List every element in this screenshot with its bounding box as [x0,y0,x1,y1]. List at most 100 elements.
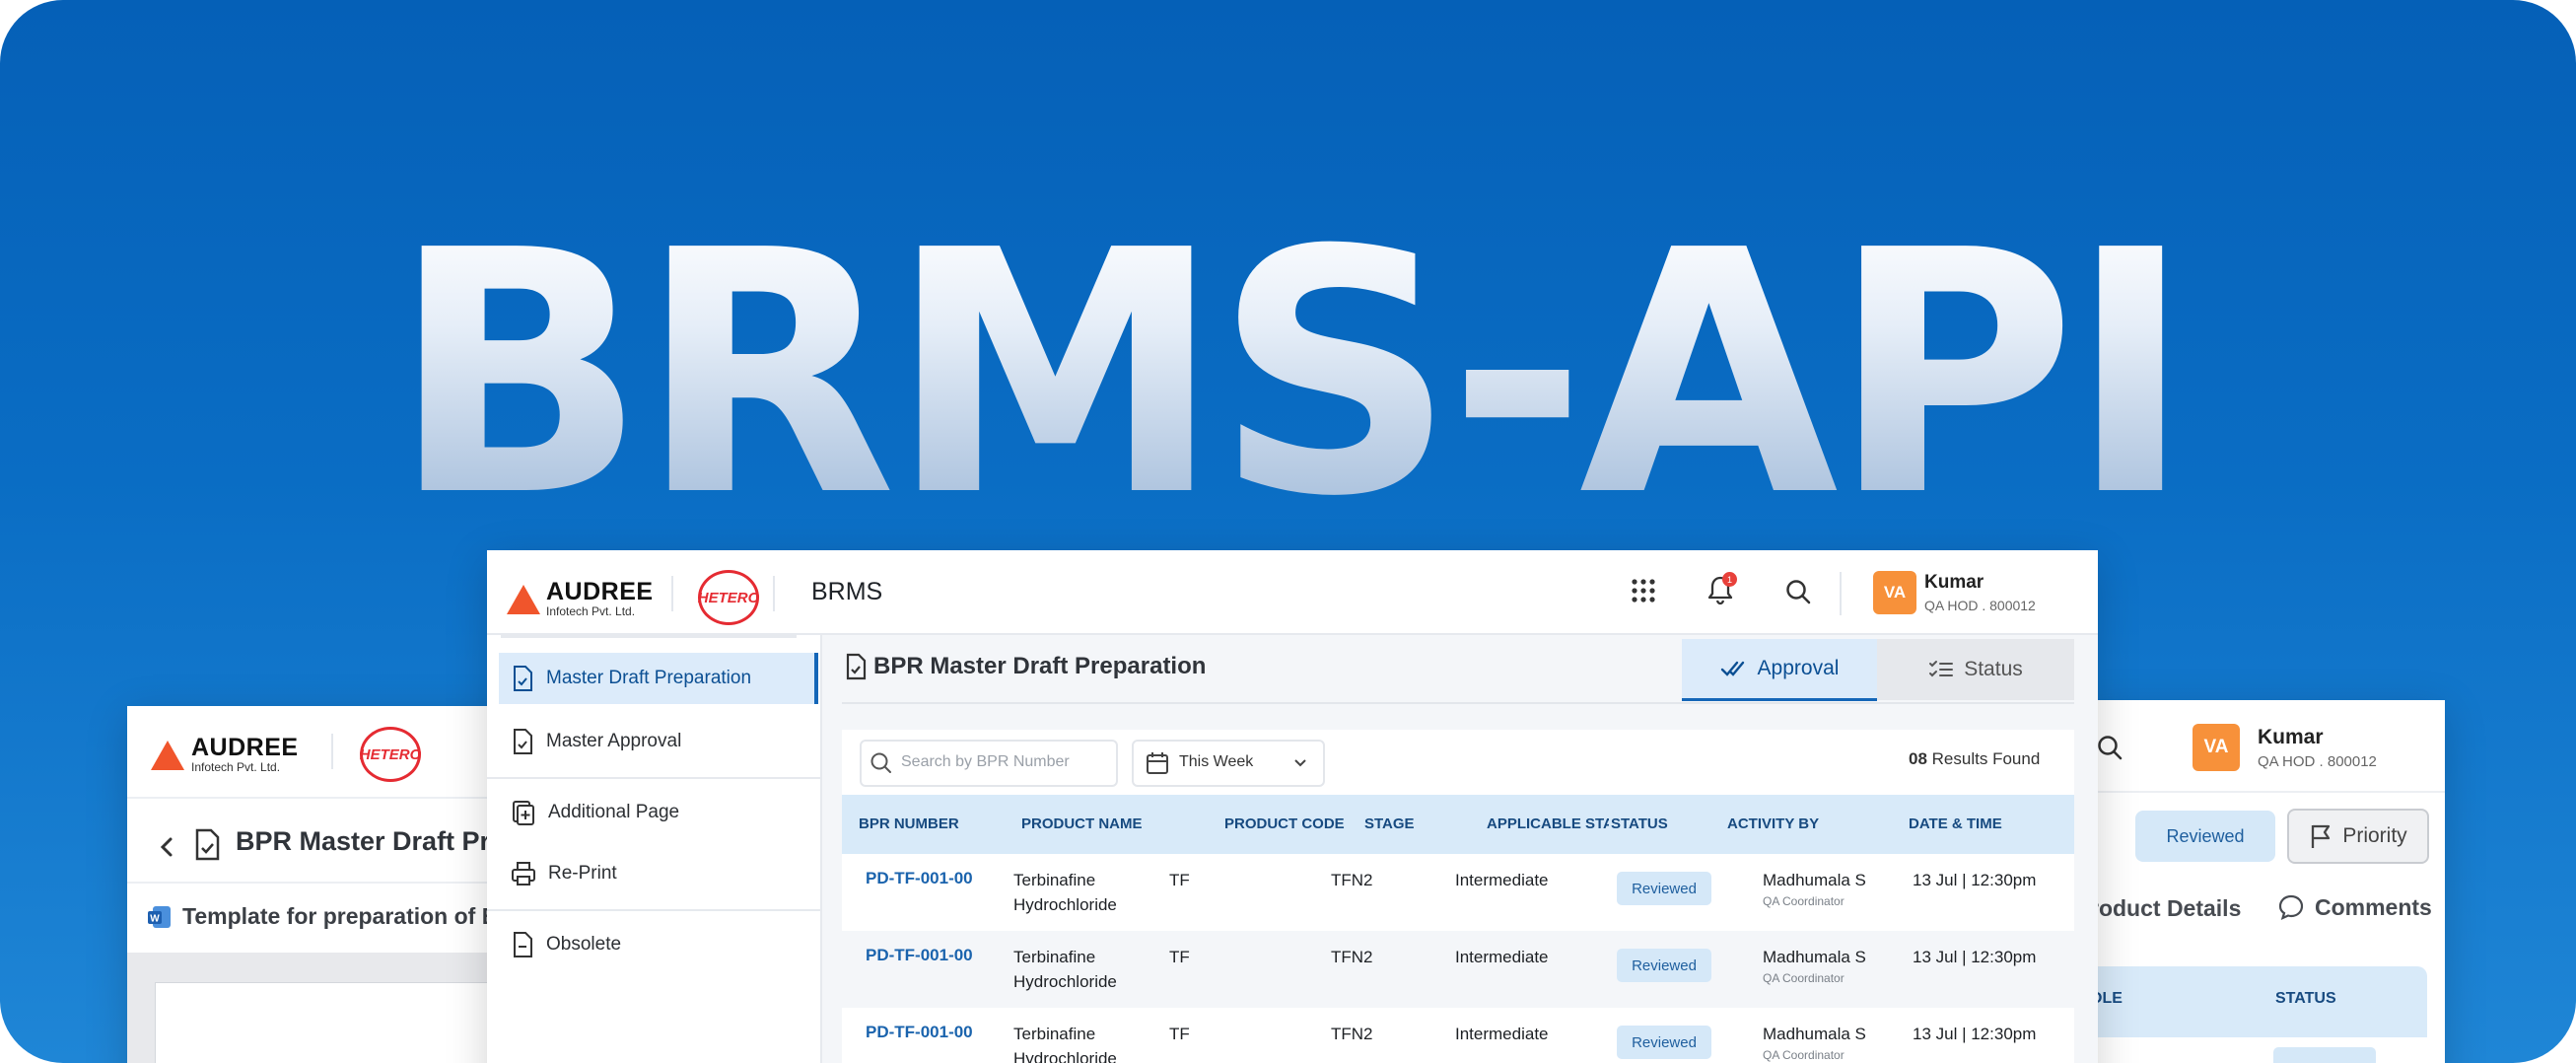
notification-count: 1 [1722,572,1737,587]
product-name: Terbinafine Hydrochloride [1013,1022,1117,1063]
table-row[interactable]: PD-TF-001-00 Terbinafine Hydrochloride TF… [842,1008,2074,1063]
user-name: Kumar [1924,572,1984,593]
sidebar-item-additional-page[interactable]: Additional Page [499,787,824,838]
activity-by-name: Madhumala S [1763,1025,1866,1043]
audree-logo: AUDREE Infotech Pvt. Ltd. [507,580,654,618]
status-badge: Reviewed [1617,872,1711,905]
tab-approval[interactable]: Approval [1682,639,1877,701]
product-name: Terbinafine Hydrochloride [1013,945,1117,994]
tab-approval-label: Approval [1757,657,1840,679]
divider [671,576,673,611]
bpr-number-link[interactable]: PD-TF-001-00 [866,866,973,890]
main-content: BPR Master Draft Preparation Approval St… [822,635,2098,1063]
applicable-stage: Intermediate [1455,871,1549,889]
document-check-icon [514,729,532,754]
column-stage: STAGE [1364,815,1415,832]
notification-button[interactable]: 1 [1706,572,1739,607]
comment-icon [2278,894,2304,921]
user-role: QA HOD . 800012 [2258,753,2377,770]
audree-logo-icon [507,584,540,614]
search-box[interactable]: Search by BPR Number [860,740,1118,787]
avatar[interactable]: VA [2193,724,2240,771]
word-file-icon: W [148,906,171,928]
search-input[interactable]: Search by BPR Number [901,753,1070,771]
tab-status-label: Status [1964,658,2023,680]
table-row[interactable]: PD-TF-001-00 Terbinafine Hydrochloride TF… [842,931,2074,1008]
sidebar-item-re-print[interactable]: Re-Print [499,848,824,899]
audree-logo-icon [151,740,184,770]
date-filter-value: This Week [1179,753,1254,770]
sidebar-item-master-approval[interactable]: Master Approval [499,716,824,767]
product-code: TF [1169,948,1190,966]
document-minus-icon [514,932,532,957]
tab-comments[interactable]: Comments [2277,893,2432,921]
column-date-time: DATE & TIME [1909,815,2002,832]
sidebar-item-label: Master Draft Preparation [546,668,752,688]
calendar-icon [1147,752,1168,774]
divider [501,635,797,638]
tab-comments-label: Comments [2315,893,2432,920]
left-audree-logo: AUDREE Infotech Pvt. Ltd. [151,736,299,774]
company-sub: Infotech Pvt. Ltd. [191,760,281,774]
activity-by-role: QA Coordinator [1763,971,1845,985]
status-badge [2273,1047,2376,1063]
status-badge: Reviewed [1617,949,1711,982]
divider [1840,572,1842,615]
sidebar-item-obsolete[interactable]: Obsolete [499,919,824,970]
product-code: TF [1169,871,1190,889]
column-product-name: PRODUCT NAME [1021,815,1143,832]
sidebar: Master Draft Preparation Master Approval… [487,635,822,1063]
product-name-line: Terbinafine [1013,1025,1096,1043]
date-time: 13 Jul | 12:30pm [1913,948,2037,966]
avatar[interactable]: VA [1873,571,1916,614]
bpr-number-link[interactable]: PD-TF-001-00 [866,943,973,967]
search-icon[interactable] [2096,734,2123,761]
bpr-number-link[interactable]: PD-TF-001-00 [866,1020,973,1044]
date-filter-select[interactable]: This Week [1132,740,1325,787]
activity-by-name: Madhumala S [1763,948,1866,966]
search-icon[interactable] [1784,578,1812,605]
sidebar-item-label: Obsolete [546,934,622,955]
table-card: Search by BPR Number This Week 08 Result… [842,730,2074,1063]
activity-by: Madhumala S QA Coordinator [1763,1022,1866,1063]
results-found: 08 Results Found [1909,749,2040,769]
chevron-down-icon [1294,759,1306,767]
divider [842,702,2074,704]
column-bpr-number: BPR NUMBER [859,815,959,832]
column-product-code: PRODUCT CODE [1224,815,1345,832]
document-edit-icon [514,666,532,691]
sidebar-item-label: Master Approval [546,731,682,751]
applicable-stage: Intermediate [1455,1025,1549,1043]
company-name: AUDREE [191,734,299,761]
column-status: STATUS [1609,795,1668,854]
activity-by-name: Madhumala S [1763,871,1866,889]
divider [773,576,775,611]
activity-by-role: QA Coordinator [1763,1048,1845,1062]
status-badge: Reviewed [1617,1026,1711,1059]
right-panel: VA Kumar QA HOD . 800012 Reviewed Priori… [2080,700,2445,1063]
table-header: BPR NUMBER PRODUCT NAME PRODUCT CODE STA… [842,795,2074,854]
svg-text:W: W [150,914,160,925]
tab-product-details[interactable]: roduct Details [2090,895,2241,922]
activity-by-role: QA Coordinator [1763,894,1845,908]
left-page-title: BPR Master Draft Pre [236,826,506,856]
apps-grid-icon[interactable] [1631,578,1656,603]
hero-title: BRMS-API [0,207,2576,542]
left-back-button[interactable] [152,832,181,862]
priority-button[interactable]: Priority [2287,809,2429,864]
sidebar-item-master-draft[interactable]: Master Draft Preparation [499,653,818,704]
product-name: Terbinafine Hydrochloride [1013,868,1117,917]
right-table-header: OLE STATUS [2080,966,2427,1037]
app-name: BRMS [811,578,883,605]
stage: TFN2 [1331,1025,1373,1043]
tab-status[interactable]: Status [1877,639,2074,700]
page-title: BPR Master Draft Preparation [873,653,1207,679]
user-role: QA HOD . 800012 [1924,598,2036,613]
left-hetero-logo: HETERO [360,727,421,782]
table-row[interactable]: PD-TF-001-00 Terbinafine Hydrochloride TF… [842,854,2074,931]
divider [331,734,333,769]
divider [487,777,820,779]
column-activity-by: ACTIVITY BY [1727,815,1820,832]
date-time: 13 Jul | 12:30pm [1913,1025,2037,1043]
company-name: AUDREE [546,578,654,605]
